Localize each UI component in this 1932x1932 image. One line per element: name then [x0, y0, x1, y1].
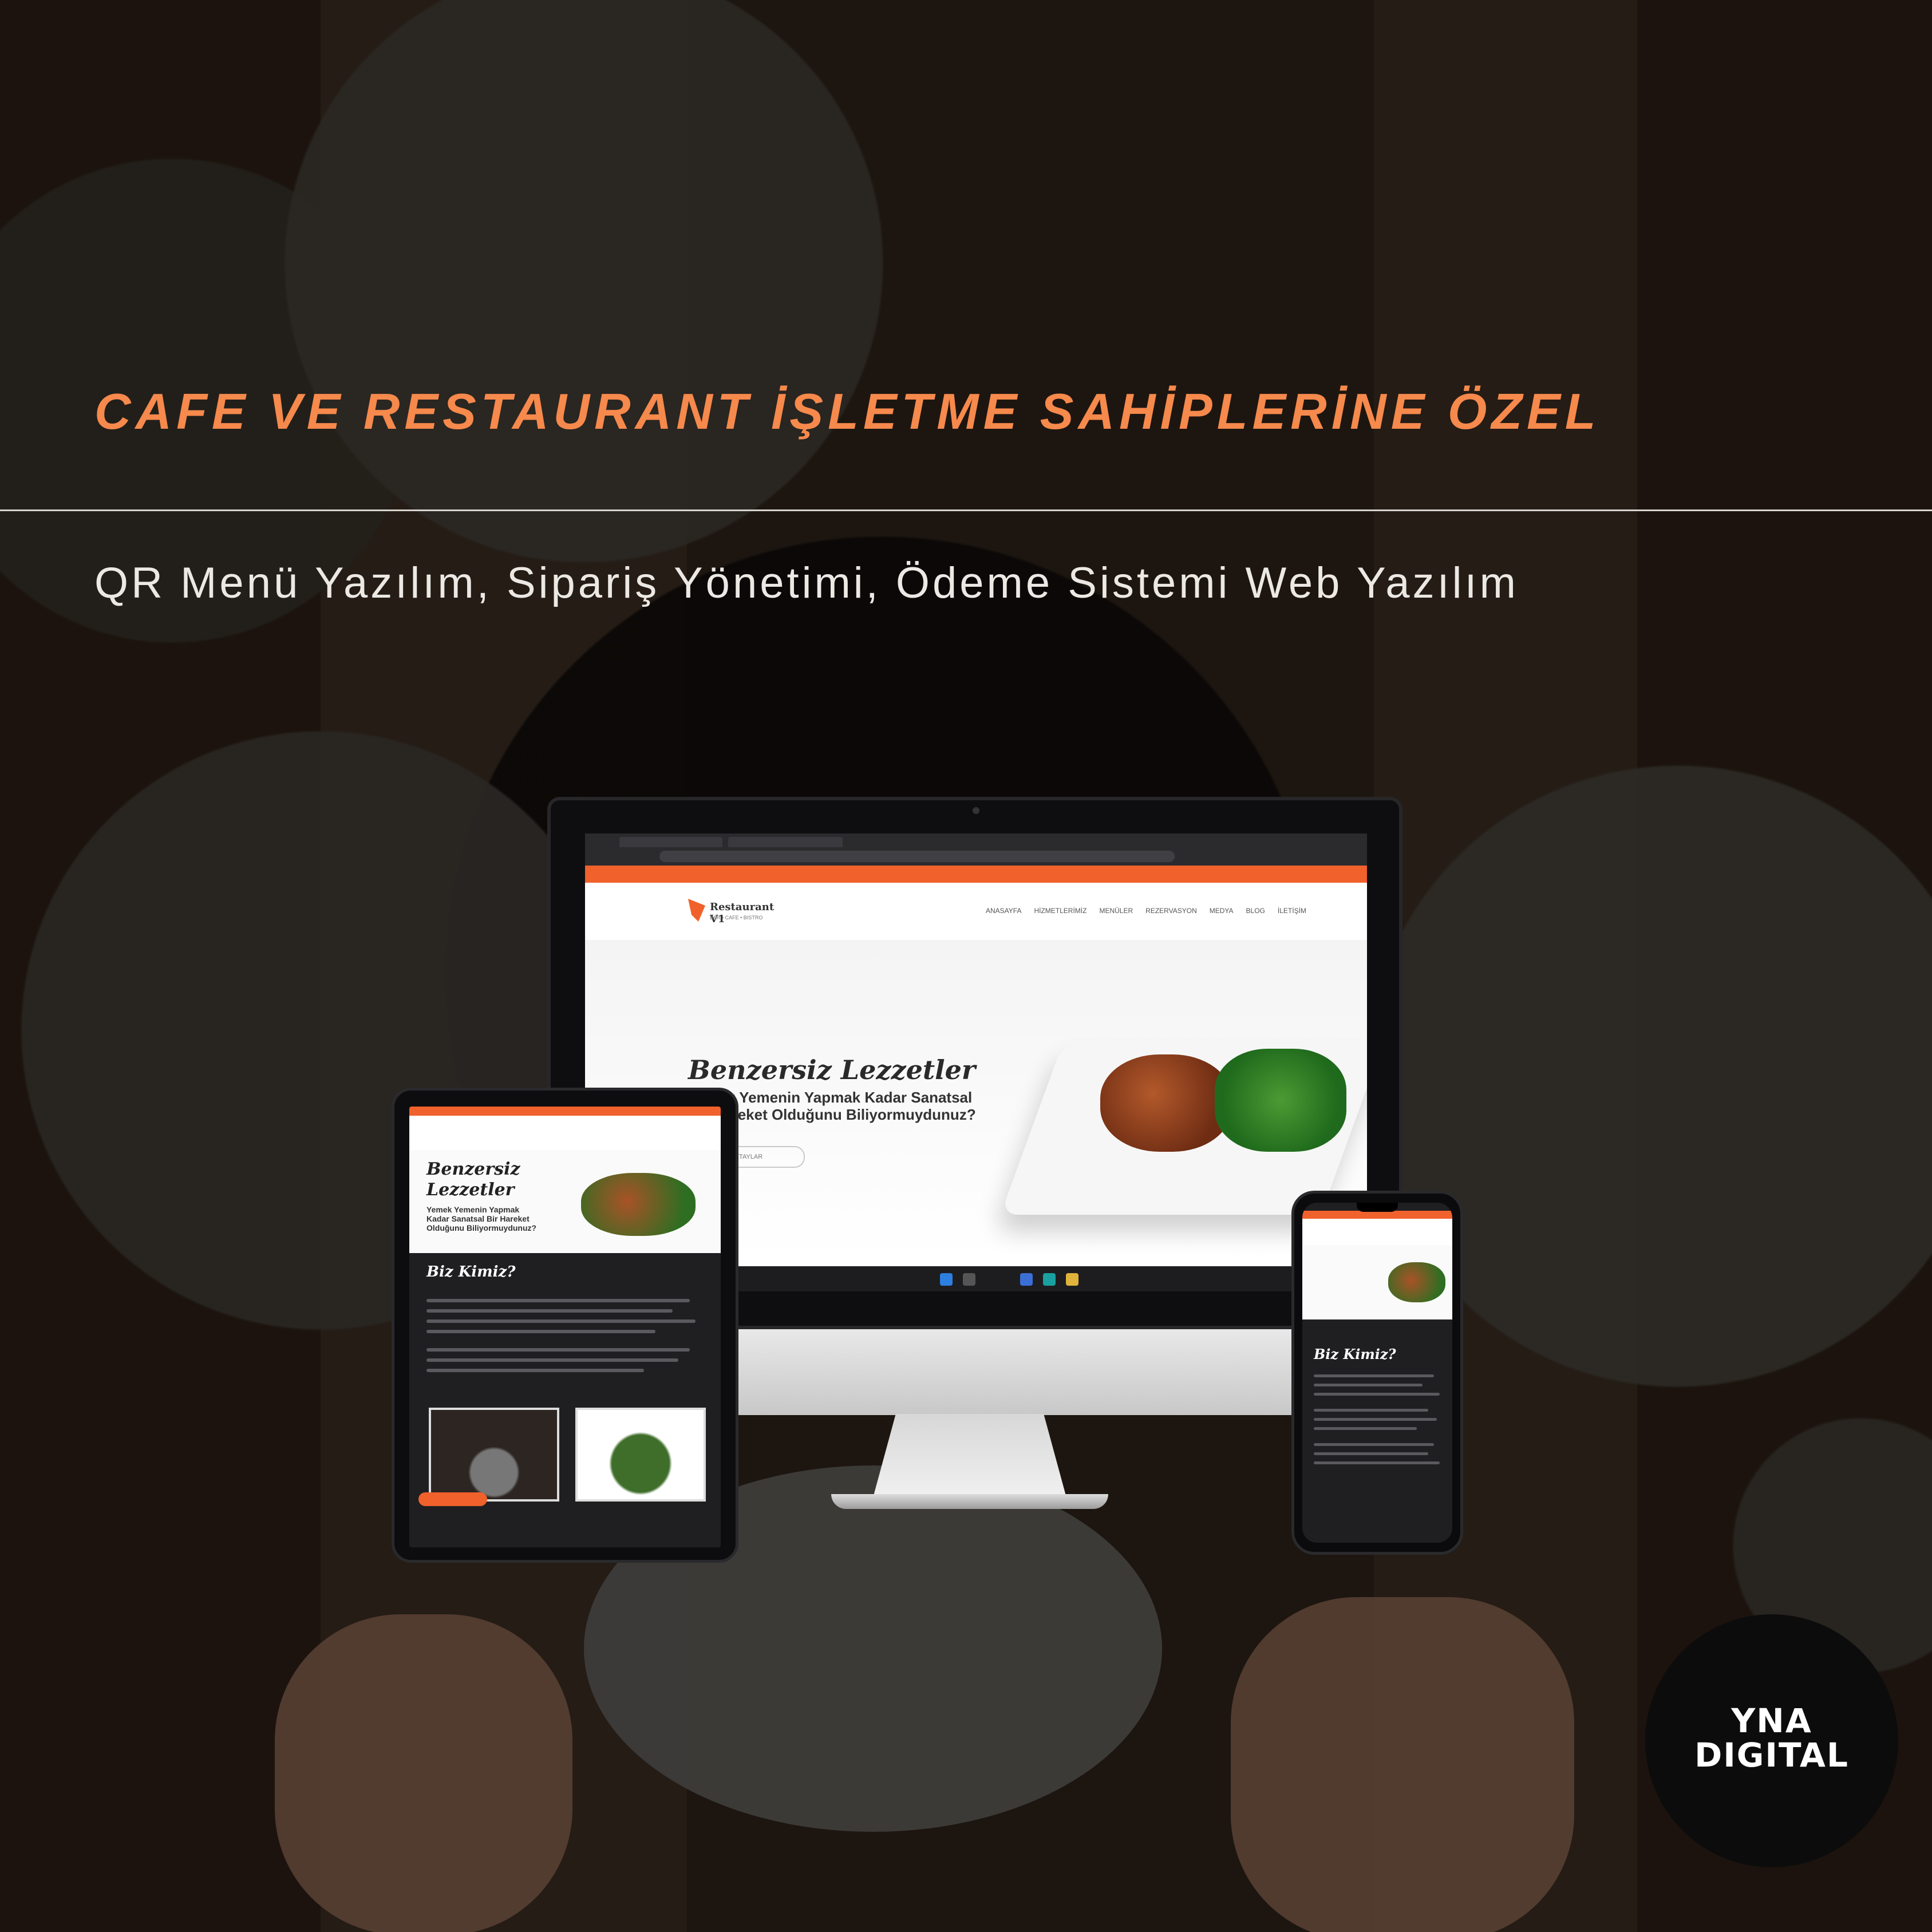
tablet-gallery-image: [429, 1408, 559, 1502]
browser-icon[interactable]: [1043, 1273, 1056, 1286]
monitor-stand: [872, 1414, 1067, 1500]
nav-item-blog[interactable]: BLOG: [1246, 907, 1265, 915]
webcam-icon: [973, 807, 979, 814]
phone-hero-image: [1388, 1262, 1445, 1302]
text-line: [426, 1369, 644, 1372]
tablet-hero-text: Yemek Yemenin Yapmak Kadar Sanatsal Bir …: [426, 1205, 537, 1232]
logo-subtitle: BAR • CAFE • BISTRO: [710, 915, 763, 920]
text-line: [1314, 1409, 1428, 1412]
hand-left: [275, 1614, 572, 1932]
phone-hero: [1302, 1245, 1452, 1319]
site-logo[interactable]: Restaurant V1 BAR • CAFE • BISTRO: [688, 899, 780, 925]
brand-badge-text: YNA DIGITAL: [1645, 1704, 1898, 1772]
brand-line-2: DIGITAL: [1694, 1736, 1849, 1775]
text-line: [426, 1348, 690, 1352]
text-line: [426, 1309, 673, 1313]
tablet-hero: Benzersiz Lezzetler Yemek Yemenin Yapmak…: [409, 1150, 721, 1253]
folder-icon[interactable]: [1066, 1273, 1078, 1286]
phone-info-strip: [1302, 1211, 1452, 1219]
logo-mark-icon: [688, 899, 705, 922]
site-header: Restaurant V1 BAR • CAFE • BISTRO ANASAY…: [585, 883, 1367, 941]
tablet-gallery-image: [575, 1408, 706, 1502]
text-line: [426, 1330, 655, 1333]
hero-salad-image: [1215, 1049, 1346, 1152]
app-icon[interactable]: [1020, 1273, 1033, 1286]
tablet-screen: Benzersiz Lezzetler Yemek Yemenin Yapmak…: [409, 1107, 721, 1547]
logo-text: Restaurant V1: [710, 901, 775, 925]
text-line: [1314, 1427, 1417, 1430]
search-icon[interactable]: [963, 1273, 975, 1286]
top-info-strip: [585, 866, 1367, 883]
tablet-hero-title: Benzersiz Lezzetler: [426, 1159, 520, 1200]
tablet-cta-button[interactable]: [418, 1492, 487, 1506]
text-line: [1314, 1374, 1434, 1377]
brand-badge: YNA DIGITAL: [1645, 1614, 1898, 1867]
text-line: [1314, 1384, 1423, 1386]
main-nav: ANASAYFA HİZMETLERİMİZ MENÜLER REZERVASY…: [986, 907, 1306, 915]
text-line: [1314, 1461, 1440, 1464]
text-line: [1314, 1443, 1434, 1446]
brand-line-1: YNA: [1731, 1701, 1812, 1740]
hand-right: [1231, 1597, 1574, 1932]
phone-header: [1302, 1219, 1452, 1245]
subheadline: QR Menü Yazılım, Sipariş Yönetimi, Ödeme…: [94, 559, 1519, 607]
browser-tab[interactable]: [619, 837, 722, 847]
monitor-base: [831, 1494, 1108, 1509]
browser-toolbar: [585, 833, 1367, 866]
start-icon[interactable]: [940, 1273, 953, 1286]
tablet-about-title: Biz Kimiz?: [426, 1263, 516, 1281]
phone-screen: Biz Kimiz?: [1302, 1203, 1452, 1543]
nav-item-media[interactable]: MEDYA: [1210, 907, 1234, 915]
nav-item-home[interactable]: ANASAYFA: [986, 907, 1021, 915]
nav-item-reservation[interactable]: REZERVASYON: [1145, 907, 1197, 915]
tablet-device: Benzersiz Lezzetler Yemek Yemenin Yapmak…: [392, 1088, 738, 1563]
text-line: [426, 1358, 678, 1362]
tablet-about-section: Biz Kimiz?: [409, 1253, 721, 1547]
address-bar[interactable]: [659, 851, 1175, 862]
tablet-hero-image: [581, 1173, 696, 1236]
text-line: [426, 1319, 696, 1323]
nav-item-services[interactable]: HİZMETLERİMİZ: [1034, 907, 1086, 915]
browser-tab[interactable]: [728, 837, 843, 847]
text-line: [1314, 1418, 1437, 1421]
phone-about-title: Biz Kimiz?: [1314, 1346, 1396, 1362]
tablet-info-strip: [409, 1107, 721, 1116]
hero-steak-image: [1100, 1054, 1232, 1152]
tablet-header: [409, 1116, 721, 1150]
text-line: [1314, 1452, 1428, 1455]
nav-item-menus[interactable]: MENÜLER: [1099, 907, 1133, 915]
headline: CAFE VE RESTAURANT İŞLETME SAHİPLERİNE Ö…: [94, 383, 1601, 440]
phone-notch: [1357, 1203, 1398, 1212]
text-line: [1314, 1393, 1440, 1396]
hero-title: Benzersiz Lezzetler: [688, 1054, 976, 1085]
ad-canvas: CAFE VE RESTAURANT İŞLETME SAHİPLERİNE Ö…: [0, 0, 1932, 1932]
phone-device: Biz Kimiz?: [1291, 1191, 1463, 1555]
text-line: [426, 1299, 690, 1302]
divider: [0, 509, 1932, 511]
nav-item-contact[interactable]: İLETİŞİM: [1278, 907, 1306, 915]
